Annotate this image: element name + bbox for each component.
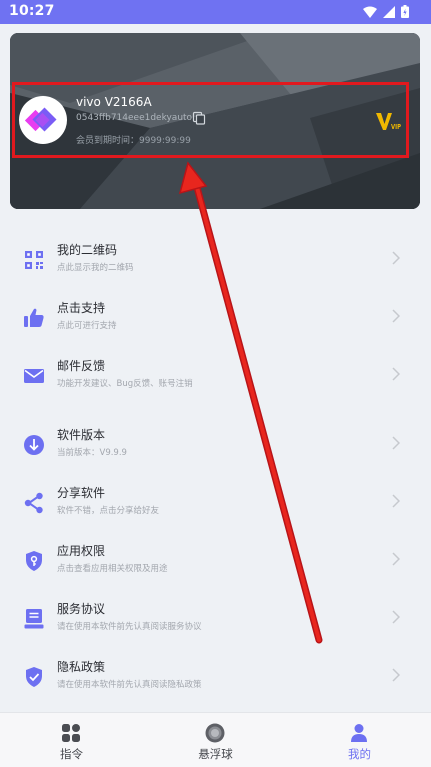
- status-time: 10:27: [9, 3, 55, 19]
- chevron-right-icon: [392, 309, 400, 323]
- chevron-right-icon: [392, 436, 400, 450]
- menu-item-subtitle: 功能开发建议、Bug反馈、账号注销: [57, 379, 193, 389]
- avatar[interactable]: [19, 96, 67, 144]
- signal-icon: [383, 5, 395, 18]
- menu-item-share[interactable]: 分享软件 软件不错，点击分享给好友: [0, 475, 431, 531]
- chevron-right-icon: [392, 668, 400, 682]
- menu-item-support[interactable]: 点击支持 点此可进行支持: [0, 290, 431, 346]
- menu-item-title: 服务协议: [57, 602, 106, 616]
- tab-commands[interactable]: 指令: [0, 713, 143, 767]
- menu-item-title: 分享软件: [57, 486, 106, 500]
- menu-item-subtitle: 当前版本：V9.9.9: [57, 448, 127, 458]
- copy-icon[interactable]: [192, 111, 206, 125]
- menu-item-title: 邮件反馈: [57, 359, 106, 373]
- menu-item-service-agreement[interactable]: 服务协议 请在使用本软件前先认真阅读服务协议: [0, 591, 431, 647]
- menu-item-permissions[interactable]: 应用权限 点击查看应用相关权限及用途: [0, 533, 431, 589]
- share-icon: [24, 492, 43, 514]
- profile-highlight-box: [12, 82, 409, 158]
- bottom-nav: 指令 悬浮球 我的: [0, 712, 431, 767]
- menu-item-privacy-policy[interactable]: 隐私政策 请在使用本软件前先认真阅读隐私政策: [0, 649, 431, 705]
- thumbs-up-icon: [24, 308, 44, 327]
- menu-item-version[interactable]: 软件版本 当前版本：V9.9.9: [0, 417, 431, 473]
- device-id: 0543ffb714eee1dekyauto: [76, 113, 193, 123]
- menu-item-qrcode[interactable]: 我的二维码 点此显示我的二维码: [0, 232, 431, 288]
- status-bar: 10:27: [0, 0, 431, 24]
- privacy-shield-icon: [26, 667, 42, 687]
- menu-item-subtitle: 点此显示我的二维码: [57, 263, 134, 273]
- chevron-right-icon: [392, 367, 400, 381]
- person-icon: [351, 724, 367, 742]
- app-logo-icon: [24, 107, 57, 132]
- menu-item-subtitle: 软件不错，点击分享给好友: [57, 506, 160, 516]
- grid-icon: [62, 724, 80, 742]
- menu-item-title: 软件版本: [57, 428, 106, 442]
- mail-icon: [24, 369, 44, 383]
- menu-item-subtitle: 请在使用本软件前先认真阅读隐私政策: [57, 680, 202, 690]
- tab-label: 我的: [348, 747, 371, 761]
- menu-item-title: 应用权限: [57, 544, 106, 558]
- vip-badge-text: VIP: [391, 123, 401, 131]
- menu-item-subtitle: 点此可进行支持: [57, 321, 117, 331]
- menu-item-title: 隐私政策: [57, 660, 106, 674]
- qrcode-icon: [25, 251, 43, 269]
- battery-icon: [401, 5, 409, 18]
- menu-item-feedback[interactable]: 邮件反馈 功能开发建议、Bug反馈、账号注销: [0, 348, 431, 404]
- chevron-right-icon: [392, 552, 400, 566]
- document-icon: [24, 609, 44, 629]
- tab-label: 悬浮球: [198, 747, 233, 761]
- menu-item-subtitle: 请在使用本软件前先认真阅读服务协议: [57, 622, 202, 632]
- chevron-right-icon: [392, 610, 400, 624]
- chevron-right-icon: [392, 251, 400, 265]
- menu-item-title: 我的二维码: [57, 243, 118, 257]
- tab-label: 指令: [60, 747, 83, 761]
- vip-badge-icon: VIP: [376, 113, 401, 131]
- wifi-icon: [363, 6, 377, 18]
- chevron-right-icon: [392, 494, 400, 508]
- device-name: vivo V2166A: [76, 95, 152, 109]
- shield-key-icon: [26, 551, 42, 571]
- tab-mine[interactable]: 我的: [288, 713, 431, 767]
- menu-item-title: 点击支持: [57, 301, 106, 315]
- membership-expire-text: 会员到期时间：9999:99:99: [76, 136, 191, 146]
- ball-icon: [205, 723, 225, 743]
- menu-item-subtitle: 点击查看应用相关权限及用途: [57, 564, 168, 574]
- status-icons: [363, 5, 409, 18]
- download-icon: [24, 435, 44, 455]
- tab-floating-ball[interactable]: 悬浮球: [144, 713, 287, 767]
